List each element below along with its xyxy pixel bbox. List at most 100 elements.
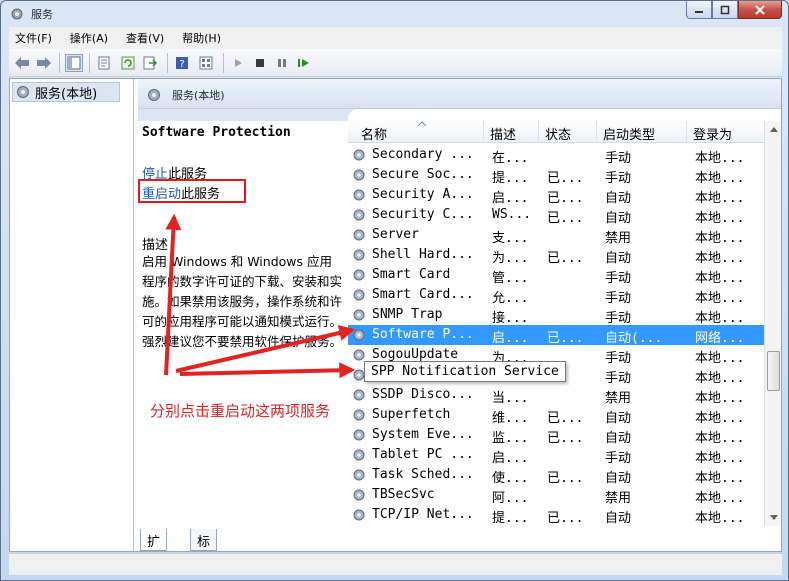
refresh-button[interactable]	[119, 54, 137, 72]
forward-button[interactable]	[35, 54, 53, 72]
play-icon	[235, 59, 242, 67]
service-name-cell: Tablet PC ...	[372, 447, 474, 462]
service-startup-type-cell: 禁用	[605, 231, 632, 246]
view-button[interactable]	[197, 54, 215, 72]
service-name-cell: SSDP Disco...	[372, 387, 474, 402]
stop-service-button[interactable]	[251, 54, 269, 72]
table-row[interactable]: TBSecSvc 阿... 禁用 本地...	[348, 485, 764, 506]
column-divider[interactable]	[483, 121, 484, 143]
mmc-client-area: 服务(本地) 服务(本地) Software Protection 停止此服务 …	[9, 78, 782, 569]
menu-action[interactable]: 操作(A)	[70, 30, 108, 46]
column-divider[interactable]	[596, 121, 597, 143]
menu-view[interactable]: 查看(V)	[126, 30, 164, 46]
toolbar-separator	[89, 53, 90, 73]
close-button[interactable]	[738, 1, 782, 19]
service-name-cell: SNMP Trap	[372, 307, 443, 322]
table-row[interactable]: Task Sched... 使... 已... 自动 本地...	[348, 465, 764, 486]
minimize-icon	[695, 10, 703, 13]
service-logon-cell: 本地...	[695, 191, 745, 206]
column-header-startup-type[interactable]: 启动类型	[603, 124, 655, 143]
properties-button[interactable]	[95, 54, 113, 72]
tree-item-services-local[interactable]: 服务(本地)	[12, 82, 120, 102]
export-button[interactable]	[141, 54, 159, 72]
maximize-button[interactable]	[712, 1, 738, 19]
tab-standard[interactable]: 标准	[190, 529, 218, 569]
table-row-selected[interactable]: Software P... 启... 已... 自动(... 网络...	[348, 325, 764, 346]
service-status-cell: 已...	[547, 431, 584, 446]
pane-header-title: 服务(本地)	[172, 89, 225, 102]
tab-extended[interactable]: 扩展	[140, 529, 168, 569]
service-startup-type-cell: 手动	[605, 311, 632, 326]
service-name-cell: TCP/IP Net...	[372, 507, 474, 522]
table-row[interactable]: Smart Card... 允... 手动 本地...	[348, 285, 764, 306]
service-gear-icon	[353, 209, 365, 221]
table-row[interactable]: Secure Soc... 提... 已... 手动 本地...	[348, 165, 764, 186]
service-name-cell: Smart Card...	[372, 287, 474, 302]
service-startup-type-cell: 自动	[605, 471, 632, 486]
column-divider[interactable]	[538, 121, 539, 143]
menu-help[interactable]: 帮助(H)	[182, 30, 221, 46]
table-row[interactable]: SNMP Trap 接... 手动 本地...	[348, 305, 764, 326]
service-name-cell: Security C...	[372, 207, 474, 222]
pause-service-button[interactable]	[273, 54, 291, 72]
table-row[interactable]: Security C... WS... 已... 自动 本地...	[348, 205, 764, 226]
toolbar-separator	[167, 53, 168, 73]
scroll-down-button[interactable]	[765, 509, 781, 526]
service-description-cell: 启...	[492, 331, 529, 346]
service-gear-icon	[353, 169, 365, 181]
service-description-cell: 为...	[492, 251, 529, 266]
service-logon-cell: 本地...	[695, 171, 745, 186]
menu-bar: 文件(F) 操作(A) 查看(V) 帮助(H)	[9, 27, 782, 49]
help-button[interactable]: ?	[173, 54, 191, 72]
table-row[interactable]: Shell Hard... 为... 已... 自动 本地...	[348, 245, 764, 266]
table-row[interactable]: System Eve... 监... 已... 自动 本地...	[348, 425, 764, 446]
scrollbar-thumb[interactable]	[767, 351, 780, 391]
service-startup-type-cell: 自动	[605, 211, 632, 226]
pause-icon	[278, 59, 286, 67]
stop-icon	[256, 59, 264, 67]
service-startup-type-cell: 手动	[605, 451, 632, 466]
service-logon-cell: 本地...	[695, 431, 745, 446]
back-button[interactable]	[13, 54, 31, 72]
table-row[interactable]: TCP/IP Net... 提... 已... 自动 本地...	[348, 505, 764, 526]
table-row[interactable]: Server 支... 禁用 本地...	[348, 225, 764, 246]
toolbar: ?	[9, 49, 782, 77]
column-header-name[interactable]: 名称	[361, 124, 387, 143]
window-controls	[686, 1, 782, 21]
table-row[interactable]: Secondary ... 在... 手动 本地...	[348, 145, 764, 166]
menu-file[interactable]: 文件(F)	[15, 30, 52, 46]
service-startup-type-cell: 手动	[605, 171, 632, 186]
console-tree-button[interactable]	[65, 54, 83, 72]
service-description-cell: 提...	[492, 171, 529, 186]
vertical-scrollbar[interactable]	[764, 121, 781, 526]
table-row[interactable]: SSDP Disco... 当... 禁用 本地...	[348, 385, 764, 406]
extended-detail-panel: Software Protection 停止此服务 重启动此服务 描述 启用 W…	[138, 121, 348, 526]
service-description-cell: WS...	[492, 207, 532, 222]
scroll-up-button[interactable]	[765, 121, 781, 138]
restart-service-button[interactable]	[295, 54, 313, 72]
minimize-button[interactable]	[686, 1, 712, 19]
service-description-cell: 监...	[492, 431, 529, 446]
column-header-logon-as[interactable]: 登录为	[693, 124, 732, 143]
table-row[interactable]: Tablet PC ... 启... 手动 本地...	[348, 445, 764, 466]
column-divider[interactable]	[686, 121, 687, 143]
column-header-description[interactable]: 描述	[490, 124, 516, 143]
table-row[interactable]: Security A... 启... 已... 自动 本地...	[348, 185, 764, 206]
service-startup-type-cell: 自动(...	[605, 331, 663, 346]
table-row[interactable]: Smart Card 管... 手动 本地...	[348, 265, 764, 286]
service-gear-icon	[353, 309, 365, 321]
service-startup-type-cell: 手动	[605, 271, 632, 286]
service-startup-type-cell: 自动	[605, 191, 632, 206]
start-service-button[interactable]	[229, 54, 247, 72]
service-description-cell: 当...	[492, 391, 529, 406]
service-startup-type-cell: 自动	[605, 411, 632, 426]
service-description-cell: 启...	[492, 451, 529, 466]
table-row[interactable]: Superfetch 维... 已... 自动 本地...	[348, 405, 764, 426]
service-gear-icon	[353, 409, 365, 421]
back-arrow-icon	[15, 57, 29, 69]
service-logon-cell: 本地...	[695, 411, 745, 426]
column-header-status[interactable]: 状态	[545, 124, 571, 143]
service-description-cell: 支...	[492, 231, 529, 246]
sort-ascending-icon	[418, 121, 426, 126]
service-startup-type-cell: 手动	[605, 151, 632, 166]
